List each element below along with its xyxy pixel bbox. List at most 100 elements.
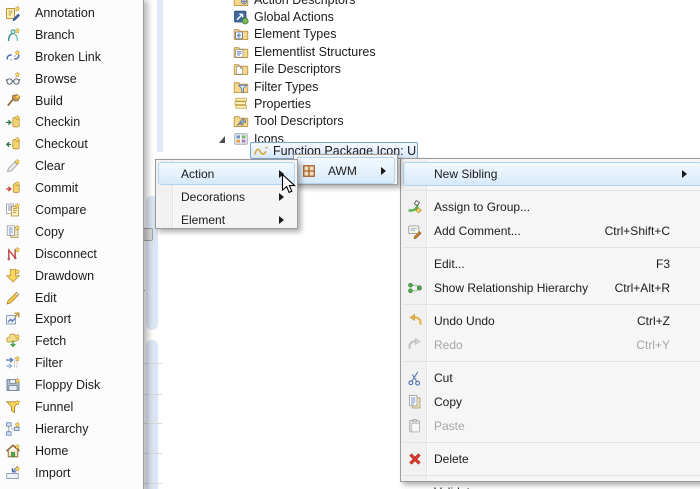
expand-triangle-icon[interactable]: [217, 47, 233, 57]
background-grid-line: [144, 423, 162, 424]
branch-icon: [5, 27, 22, 43]
menu-item-label: Hierarchy: [35, 421, 89, 436]
context-menu-item[interactable]: Redo Ctrl+Y: [403, 333, 700, 357]
menu-separator: [402, 361, 700, 362]
icon-picker-item[interactable]: Fetch: [0, 330, 143, 352]
menu-item-label: Checkin: [35, 115, 81, 130]
menu-item-label: Import: [35, 465, 71, 480]
menu-item-label: Validate: [426, 485, 476, 489]
context-menu-item[interactable]: Paste: [403, 414, 700, 438]
icon-picker-item[interactable]: Floppy Disk: [0, 374, 143, 396]
menu-separator: [402, 304, 700, 305]
menu-item-label: Cut: [434, 371, 453, 385]
context-menu-item[interactable]: Validate: [403, 480, 700, 489]
context-menu-item[interactable]: New Sibling: [403, 162, 700, 186]
icon-picker-item[interactable]: Home: [0, 440, 143, 462]
expand-triangle-icon[interactable]: [217, 116, 233, 126]
icon-picker-item[interactable]: Clear: [0, 155, 143, 177]
context-menu-item[interactable]: Copy: [403, 390, 700, 414]
undo-icon: [404, 313, 426, 329]
icon-picker-menu: Annotation Branch Broken Link Browse Bui…: [0, 0, 144, 489]
menu-item-label: Decorations: [181, 189, 246, 204]
menu-item[interactable]: Element: [158, 208, 295, 231]
expand-triangle-icon[interactable]: [217, 82, 233, 92]
expand-triangle-icon[interactable]: [217, 134, 233, 144]
funnel-icon: [5, 399, 22, 415]
menu-item-shortcut: Ctrl+Z: [637, 314, 670, 328]
submenu-arrow-icon: [381, 166, 386, 175]
assign-to-group-icon: [404, 199, 426, 215]
elementlist-structures-icon: [233, 44, 249, 60]
icon-picker-item[interactable]: Broken Link: [0, 46, 143, 68]
menu-item-label: Drawdown: [35, 268, 95, 283]
icon-picker-item[interactable]: Compare: [0, 199, 143, 221]
background-grid-line: [144, 363, 162, 364]
submenu-arrow-icon: [279, 215, 284, 224]
tree-item-label: Global Actions: [254, 10, 334, 25]
icon-picker-item[interactable]: Copy: [0, 221, 143, 243]
icon-picker-item[interactable]: Annotation: [0, 2, 143, 24]
tree-item-label: Element Types: [254, 27, 337, 42]
icon-picker-item[interactable]: Import: [0, 462, 143, 484]
delete-icon: [404, 451, 426, 467]
menu-item-label: Paste: [434, 419, 465, 433]
menu-item-label: Undo Undo: [434, 314, 495, 328]
element-types-icon: e: [233, 26, 249, 42]
menu-item[interactable]: Action: [158, 162, 295, 185]
icon-picker-item[interactable]: Hierarchy: [0, 418, 143, 440]
icon-picker-item[interactable]: Checkout: [0, 133, 143, 155]
expand-triangle-icon[interactable]: [217, 64, 233, 74]
menu-item-label: Home: [35, 443, 69, 458]
expand-triangle-icon[interactable]: [217, 12, 233, 22]
expand-triangle-icon[interactable]: [217, 0, 233, 5]
context-menu-item[interactable]: Show Relationship Hierarchy Ctrl+Alt+R: [403, 276, 700, 300]
submenu-arrow-icon: [682, 170, 687, 178]
context-menu: New Sibling Assign to Group... Add Comme…: [400, 158, 700, 489]
compare-icon: [5, 202, 22, 218]
menu-item-label: Branch: [35, 27, 75, 42]
background-grid-line: [144, 394, 162, 395]
icon-picker-item[interactable]: Disconnect: [0, 243, 143, 265]
icon-picker-item[interactable]: Export: [0, 308, 143, 330]
menu-item-label: Element: [181, 212, 226, 227]
properties-icon: [233, 96, 249, 112]
menu-item-label: Copy: [35, 224, 65, 239]
tree-item-label: Tool Descriptors: [254, 114, 344, 129]
context-menu-item[interactable]: Cut: [403, 366, 700, 390]
mouse-cursor: [281, 173, 298, 201]
context-menu-item[interactable]: Delete: [403, 447, 700, 471]
menu-item-label: Filter: [35, 356, 63, 371]
background-grid-line: [144, 453, 162, 454]
global-actions-icon: [233, 9, 249, 25]
menu-item-label: AWM: [328, 163, 357, 178]
menu-item-label: Copy: [434, 395, 463, 409]
action-descriptors-icon: [233, 0, 249, 8]
new-sibling-submenu: AWM: [293, 154, 398, 185]
background-scrollbar-track[interactable]: [157, 0, 163, 152]
icon-picker-item[interactable]: Funnel: [0, 396, 143, 418]
icon-picker-item[interactable]: Commit: [0, 177, 143, 199]
expand-triangle-icon[interactable]: [217, 29, 233, 39]
icon-picker-item[interactable]: Filter: [0, 352, 143, 374]
icon-picker-item[interactable]: Drawdown: [0, 265, 143, 287]
icon-picker-item[interactable]: Browse: [0, 68, 143, 90]
menu-item-awm[interactable]: AWM: [296, 157, 395, 184]
menu-item-label: Edit: [35, 290, 57, 305]
menu-item-shortcut: F3: [655, 257, 670, 271]
icon-picker-item[interactable]: Build: [0, 90, 143, 112]
context-menu-item[interactable]: Edit... F3: [403, 252, 700, 276]
file-descriptors-icon: [233, 61, 249, 77]
expand-triangle-icon[interactable]: [217, 99, 233, 109]
awm-submenu: Action Decorations Element: [155, 159, 298, 229]
cut-icon: [404, 370, 426, 386]
svg-text:e: e: [237, 33, 241, 40]
icon-picker-item[interactable]: Branch: [0, 24, 143, 46]
context-menu-item[interactable]: Add Comment... Ctrl+Shift+C: [403, 219, 700, 243]
icon-picker-item[interactable]: Edit: [0, 287, 143, 309]
context-menu-item[interactable]: Undo Undo Ctrl+Z: [403, 309, 700, 333]
icon-picker-item[interactable]: Checkin: [0, 111, 143, 133]
import-icon: [5, 464, 22, 481]
menu-item[interactable]: Decorations: [158, 185, 295, 208]
context-menu-item[interactable]: Assign to Group...: [403, 195, 700, 219]
awm-grid-icon: [302, 164, 317, 178]
